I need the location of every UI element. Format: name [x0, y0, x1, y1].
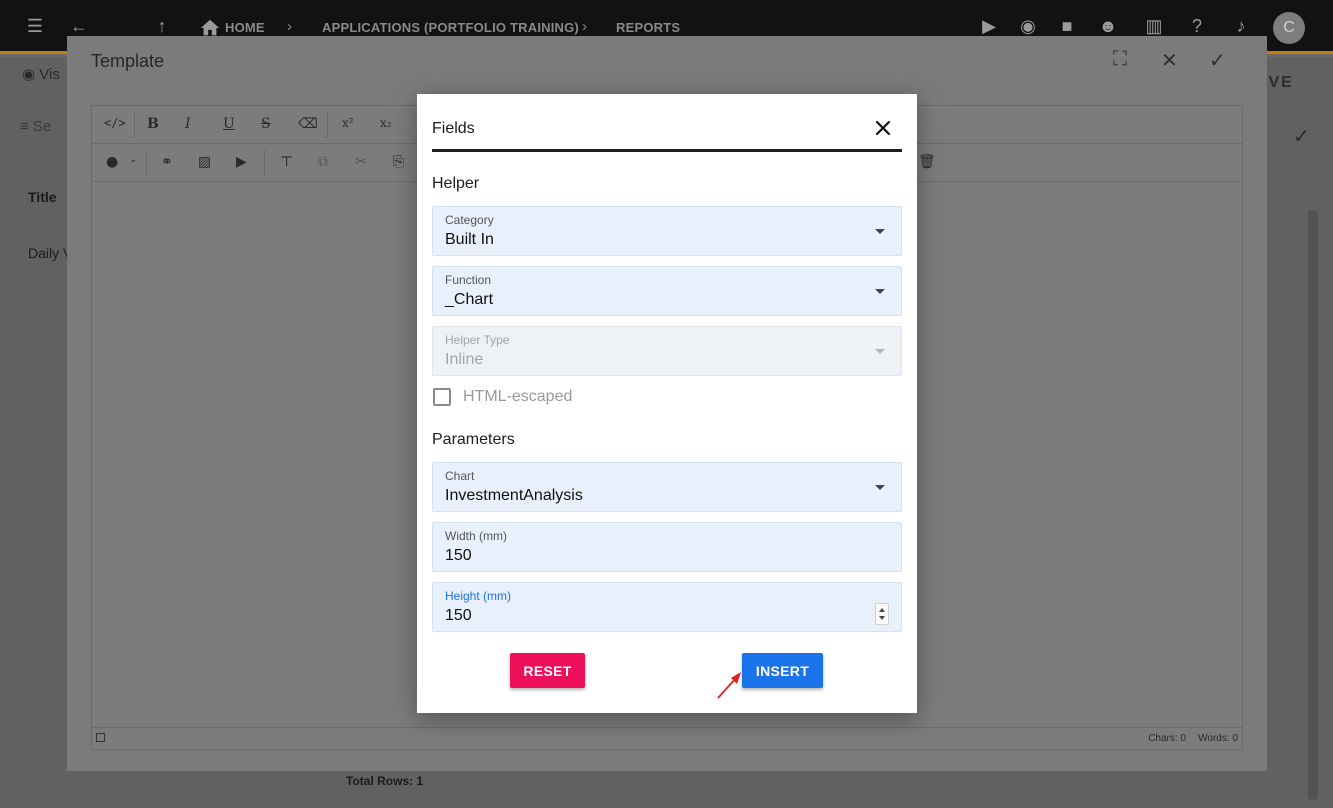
dropdown-arrow-icon[interactable]: [875, 289, 885, 294]
field-label: Chart: [445, 469, 475, 483]
image-icon[interactable]: ▨: [198, 154, 211, 170]
video-icon[interactable]: ▶: [236, 154, 247, 170]
field-label: Width (mm): [445, 529, 507, 543]
stepper-up-icon[interactable]: [879, 608, 885, 612]
format-painter-icon[interactable]: ⊤: [280, 154, 293, 170]
chevron-right-icon: ›: [287, 18, 292, 35]
field-value[interactable]: 150: [445, 547, 472, 565]
dialog-title: Template: [91, 51, 165, 71]
field-label: Height (mm): [445, 589, 512, 603]
word-count: Words: 0: [1198, 733, 1238, 744]
char-count: Chars: 0: [1148, 733, 1186, 744]
width-field[interactable]: Width (mm) 150: [432, 522, 902, 572]
breadcrumb-home[interactable]: HOME: [225, 20, 265, 35]
breadcrumb-applications[interactable]: APPLICATIONS (PORTFOLIO TRAINING): [322, 20, 579, 35]
scrollbar[interactable]: [1308, 210, 1318, 800]
category-select[interactable]: Category Built In: [432, 206, 902, 256]
paste-icon[interactable]: ⎘: [393, 154, 404, 170]
chevron-right-icon: ›: [582, 18, 587, 35]
eraser-icon[interactable]: ⌫: [298, 116, 318, 132]
back-arrow-icon[interactable]: ←: [68, 15, 90, 37]
resize-grip-icon[interactable]: [96, 733, 105, 742]
close-icon[interactable]: ✕: [1161, 48, 1178, 73]
link-icon[interactable]: ⚭: [161, 154, 173, 170]
chart-select[interactable]: Chart InvestmentAnalysis: [432, 462, 902, 512]
subscript-icon[interactable]: x₂: [380, 116, 392, 130]
robot-icon[interactable]: ☻: [1097, 15, 1119, 37]
strikethrough-icon[interactable]: S: [261, 116, 271, 132]
height-field[interactable]: Height (mm) 150: [432, 582, 902, 632]
field-value[interactable]: 150: [445, 607, 472, 625]
menu-icon[interactable]: ☰: [24, 15, 46, 37]
field-label: Function: [445, 273, 492, 287]
underline-icon[interactable]: U: [223, 116, 235, 132]
field-value: InvestmentAnalysis: [445, 487, 583, 504]
text-color-icon[interactable]: ●: [106, 154, 118, 170]
helper-type-select: Helper Type Inline: [432, 326, 902, 376]
insert-button[interactable]: INSERT: [742, 653, 823, 688]
dropdown-arrow-icon: [875, 349, 885, 354]
play-icon[interactable]: ▶: [978, 15, 1000, 37]
section-helper: Helper: [432, 175, 480, 192]
superscript-icon[interactable]: x²: [342, 116, 354, 130]
bold-icon[interactable]: B: [147, 116, 159, 132]
field-value: _Chart: [445, 291, 494, 308]
field-value: Built In: [445, 231, 494, 248]
italic-icon[interactable]: I: [185, 116, 191, 132]
dropdown-arrow-icon[interactable]: [875, 485, 885, 490]
filter-search[interactable]: ≡ Se: [20, 118, 51, 135]
column-header-title[interactable]: Title: [28, 189, 57, 205]
field-value: Inline: [445, 351, 484, 368]
copy-icon[interactable]: ⧉: [318, 154, 328, 170]
number-stepper[interactable]: [875, 603, 889, 625]
dropdown-arrow-icon[interactable]: [875, 229, 885, 234]
code-view-icon[interactable]: </>: [104, 116, 126, 130]
modal-title: Fields: [432, 120, 475, 137]
cut-icon[interactable]: ✂: [355, 154, 367, 170]
fields-modal: Fields Helper Category Built In Function…: [417, 94, 917, 713]
annotation-arrow-icon: [717, 672, 741, 699]
notifications-icon[interactable]: ♪: [1230, 15, 1252, 37]
help-icon[interactable]: ?: [1186, 15, 1208, 37]
function-select[interactable]: Function _Chart: [432, 266, 902, 316]
stepper-down-icon[interactable]: [879, 616, 885, 620]
play-circle-icon[interactable]: ◉: [1017, 15, 1039, 37]
editor-status-bar: Chars: 0 Words: 0: [92, 727, 1242, 749]
table-row[interactable]: Daily V: [28, 245, 72, 261]
checkbox-label: HTML-escaped: [463, 388, 573, 405]
avatar[interactable]: C: [1273, 12, 1305, 44]
close-icon[interactable]: [871, 116, 895, 140]
field-label: Helper Type: [445, 333, 510, 347]
section-parameters: Parameters: [432, 431, 515, 448]
check-icon[interactable]: ✓: [1293, 124, 1310, 149]
library-icon[interactable]: ▥: [1143, 15, 1165, 37]
fullscreen-icon[interactable]: ⛶: [1113, 48, 1127, 71]
breadcrumb-reports[interactable]: REPORTS: [616, 20, 680, 35]
title-divider: [432, 149, 902, 152]
chevron-down-icon[interactable]: ⌄: [129, 154, 137, 165]
up-arrow-icon[interactable]: ↑: [151, 15, 173, 37]
delete-icon[interactable]: 🗑: [918, 154, 936, 170]
check-icon[interactable]: ✓: [1209, 48, 1226, 73]
reset-button[interactable]: RESET: [510, 653, 585, 688]
total-rows: Total Rows: 1: [346, 774, 424, 788]
html-escaped-checkbox[interactable]: [433, 388, 451, 406]
visibility-label: ◉ Vis: [22, 66, 60, 83]
stop-icon[interactable]: ■: [1056, 15, 1078, 37]
field-label: Category: [445, 213, 494, 227]
